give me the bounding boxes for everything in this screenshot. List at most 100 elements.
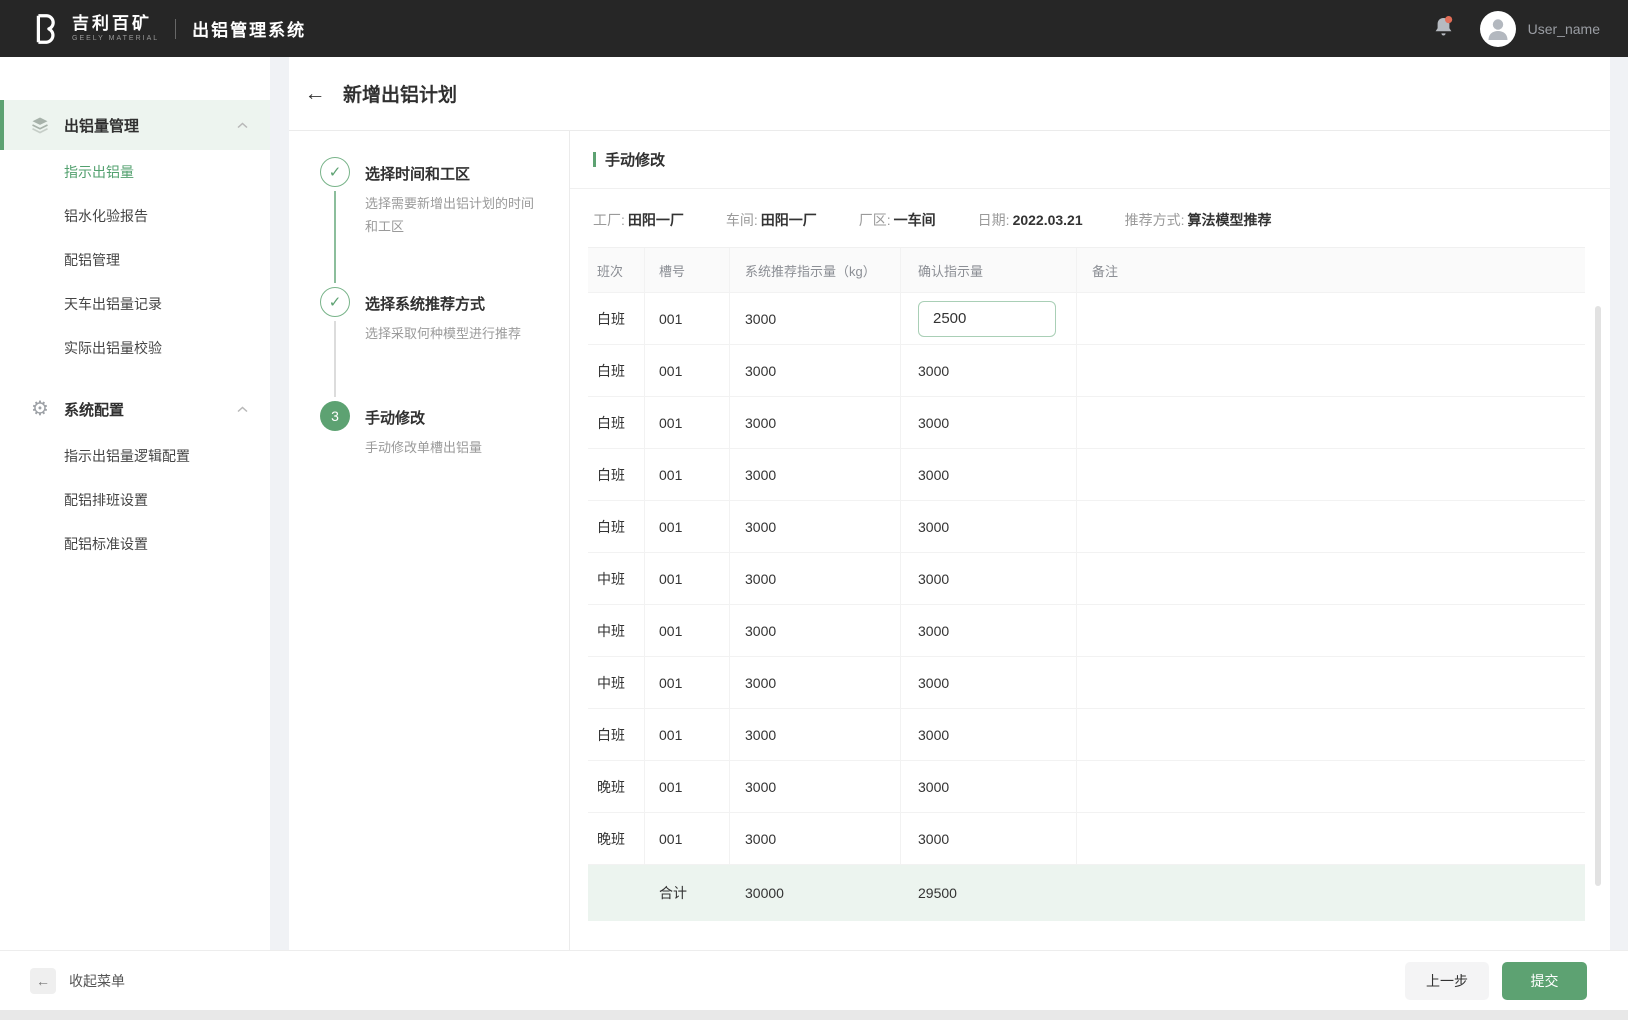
page-title: 新增出铝计划 [343,80,457,107]
table-header-row: 班次 槽号 系统推荐指示量（kg） 确认指示量 备注 [588,247,1585,293]
submit-button[interactable]: 提交 [1502,962,1587,1000]
area-value: 一车间 [894,212,936,228]
step-2-check-icon: ✓ [320,287,350,317]
back-arrow-icon[interactable]: ← [303,82,327,106]
sidebar-item-standard-settings[interactable]: 配铝标准设置 [0,522,270,566]
app-title: 出铝管理系统 [192,16,306,41]
table-body: 白班0013000白班00130003000白班00130003000白班001… [588,293,1585,865]
brand-text: 吉利百矿 GEELY MATERIAL [72,15,159,42]
confirm-cell: 3000 [901,501,1077,553]
step-3-number: 3 [320,401,350,431]
note-cell [1077,761,1585,813]
notification-dot [1445,16,1452,23]
section-header: 手动修改 [570,131,1610,189]
sidebar-item-crane-records[interactable]: 天车出铝量记录 [0,282,270,326]
sidebar-item-assay-report[interactable]: 铝水化验报告 [0,194,270,238]
bottom-strip [0,1010,1628,1020]
step-1-title: 选择时间和工区 [365,163,537,184]
table-row: 晚班00130003000 [588,761,1585,813]
shift-cell: 中班 [588,657,645,709]
shift-cell: 白班 [588,345,645,397]
table-row: 白班00130003000 [588,501,1585,553]
bottom-bar: ← 收起菜单 上一步 提交 [0,950,1628,1010]
step-connector [334,321,336,397]
sidebar: 出铝量管理 指示出铝量 铝水化验报告 配铝管理 天车出铝量记录 实际出铝量校验 … [0,57,270,950]
table-scrollbar[interactable] [1595,306,1601,886]
confirm-cell: 3000 [901,449,1077,501]
step-2-title: 选择系统推荐方式 [365,293,537,314]
recommend-cell: 3000 [730,761,901,813]
shift-cell: 晚班 [588,761,645,813]
confirm-cell: 3000 [901,657,1077,709]
total-confirm: 29500 [901,865,1077,921]
sidebar-item-shift-settings[interactable]: 配铝排班设置 [0,478,270,522]
confirm-cell: 3000 [901,709,1077,761]
recommend-cell: 3000 [730,657,901,709]
note-cell [1077,657,1585,709]
shift-cell: 白班 [588,501,645,553]
slot-cell: 001 [645,761,730,813]
step-2-desc: 选择采取何种模型进行推荐 [365,323,537,346]
slot-cell: 001 [645,397,730,449]
slot-cell: 001 [645,709,730,761]
sidebar-group-label: 系统配置 [64,399,237,420]
user-name[interactable]: User_name [1528,21,1600,37]
confirm-input[interactable] [918,301,1056,337]
user-avatar[interactable] [1480,11,1516,47]
notification-bell-icon[interactable] [1433,15,1454,43]
table-row: 白班00130003000 [588,709,1585,761]
area-label: 厂区: [859,212,891,228]
col-header-note: 备注 [1077,248,1585,293]
sidebar-item-actual-verification[interactable]: 实际出铝量校验 [0,326,270,370]
plan-table: 班次 槽号 系统推荐指示量（kg） 确认指示量 备注 白班0013000白班00… [588,247,1585,921]
shift-cell: 白班 [588,449,645,501]
left-arrow-icon: ← [36,973,50,989]
slot-cell: 001 [645,293,730,345]
step-3: 3 手动修改 手动修改单槽出铝量 [320,401,569,460]
slot-cell: 001 [645,553,730,605]
collapse-menu-button[interactable]: ← [30,968,56,994]
main-panel: ← 新增出铝计划 ✓ 选择时间和工区 选择需要新增出铝计划的时间和工区 [289,57,1610,950]
top-header: 吉利百矿 GEELY MATERIAL 出铝管理系统 User_name [0,0,1628,57]
table-total-row: 合计 30000 29500 [588,865,1585,921]
note-cell [1077,605,1585,657]
plan-info-row: 工厂:田阳一厂 车间:田阳一厂 厂区:一车间 日期:2022.03.21 推荐方… [570,189,1610,245]
previous-step-button[interactable]: 上一步 [1405,962,1489,1000]
sidebar-group-aluminum-output[interactable]: 出铝量管理 [0,100,270,150]
section-title: 手动修改 [605,149,665,170]
detail-panel: 手动修改 工厂:田阳一厂 车间:田阳一厂 厂区:一车间 日期:2022.03.2… [570,131,1610,950]
note-cell [1077,553,1585,605]
shift-cell: 晚班 [588,813,645,865]
shift-cell: 中班 [588,553,645,605]
slot-cell: 001 [645,345,730,397]
wizard-stepper: ✓ 选择时间和工区 选择需要新增出铝计划的时间和工区 ✓ 选择系统推荐方式 [289,131,570,950]
note-cell [1077,345,1585,397]
table-row: 中班00130003000 [588,657,1585,709]
note-cell [1077,397,1585,449]
note-cell [1077,501,1585,553]
confirm-cell [901,293,1077,345]
recommend-mode-value: 算法模型推荐 [1188,212,1272,228]
date-value: 2022.03.21 [1013,212,1083,228]
total-recommend: 30000 [730,865,901,921]
sidebar-item-allocation-mgmt[interactable]: 配铝管理 [0,238,270,282]
col-header-shift: 班次 [588,248,645,293]
sidebar-item-indicated-output[interactable]: 指示出铝量 [0,150,270,194]
slot-cell: 001 [645,605,730,657]
brand-logo-icon [28,12,62,46]
table-row: 白班00130003000 [588,449,1585,501]
page-header: ← 新增出铝计划 [289,57,1610,130]
recommend-cell: 3000 [730,553,901,605]
chevron-up-icon [237,116,248,134]
step-1-check-icon: ✓ [320,157,350,187]
table-row: 晚班00130003000 [588,813,1585,865]
step-1: ✓ 选择时间和工区 选择需要新增出铝计划的时间和工区 [320,157,569,287]
factory-value: 田阳一厂 [628,212,684,228]
total-label: 合计 [645,865,730,921]
recommend-mode-label: 推荐方式: [1125,212,1185,228]
sidebar-group-system-config[interactable]: ⚙ 系统配置 [0,384,270,434]
sidebar-item-logic-config[interactable]: 指示出铝量逻辑配置 [0,434,270,478]
collapse-menu-label: 收起菜单 [69,971,125,991]
slot-cell: 001 [645,501,730,553]
recommend-cell: 3000 [730,605,901,657]
